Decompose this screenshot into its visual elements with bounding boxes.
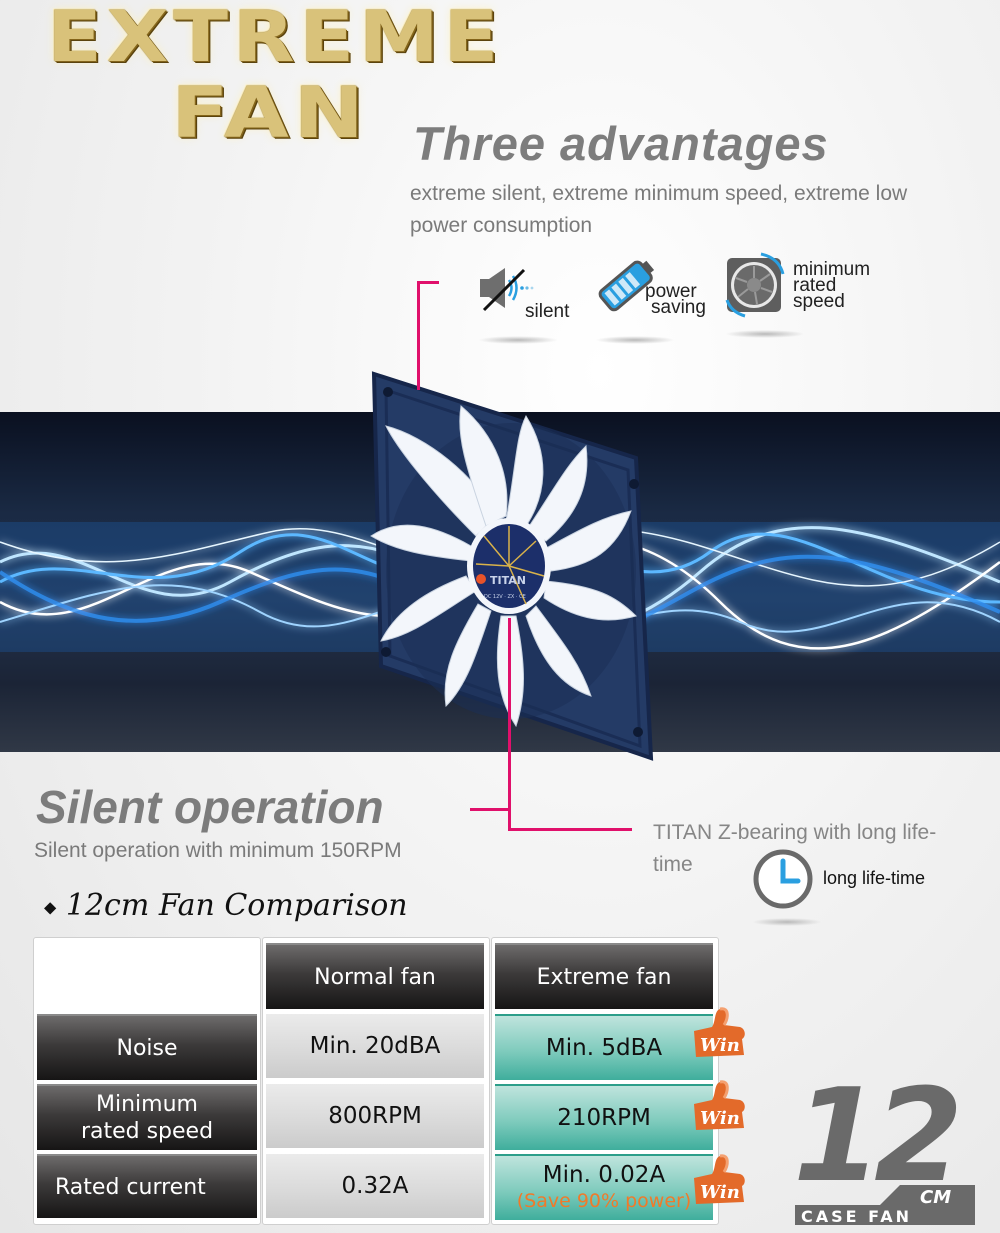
speed-label-line3: speed bbox=[793, 291, 845, 312]
win-thumbs-up-icon: Win bbox=[694, 1154, 745, 1204]
extreme-current-value: Min. 0.02A (Save 90% power) bbox=[495, 1154, 713, 1220]
normal-noise-value: Min. 20dBA bbox=[266, 1014, 484, 1078]
fan-marking-text: DC 12V · ZX · CE bbox=[484, 594, 526, 600]
extreme-speed-value: 210RPM bbox=[495, 1084, 713, 1150]
callout-line-advantages bbox=[417, 282, 420, 390]
minimum-rated-speed-advantage: minimum rated speed bbox=[725, 252, 895, 338]
normal-current-value: 0.32A bbox=[266, 1154, 484, 1218]
normal-speed-value: 800RPM bbox=[266, 1084, 484, 1148]
power-saving-advantage: power saving bbox=[595, 254, 715, 344]
save-power-note: (Save 90% power) bbox=[516, 1190, 692, 1212]
silent-operation-title: Silent operation bbox=[36, 781, 384, 833]
extreme-speed-text: 210RPM bbox=[557, 1105, 651, 1131]
silent-label: silent bbox=[525, 301, 570, 322]
fan-icon bbox=[725, 252, 785, 318]
badge-caption: CASE FAN bbox=[801, 1207, 912, 1226]
fan-brand-text: TITAN bbox=[490, 574, 526, 587]
silent-advantage: silent bbox=[478, 264, 578, 344]
comparison-title: ◆ 12cm Fan Comparison bbox=[44, 888, 408, 923]
comparison-table: Normal fan Extreme fan Noise Min. 20dBA … bbox=[33, 937, 719, 1225]
callout-line-silent bbox=[470, 808, 510, 811]
callout-tick-advantages bbox=[417, 281, 439, 284]
win-thumbs-up-icon: Win bbox=[694, 1007, 745, 1057]
clock-icon bbox=[753, 849, 813, 909]
callout-line-bearing bbox=[508, 828, 632, 831]
callout-line-hub bbox=[508, 618, 511, 830]
row-label-minimum-rated-speed: Minimum rated speed bbox=[37, 1084, 257, 1150]
svg-text:Win: Win bbox=[700, 1035, 740, 1056]
comparison-title-text: 12cm Fan Comparison bbox=[65, 888, 408, 923]
diamond-bullet-icon: ◆ bbox=[44, 897, 57, 917]
row-label-rated-current: Rated current bbox=[37, 1154, 257, 1218]
extreme-current-text: Min. 0.02A bbox=[542, 1162, 666, 1188]
advantages-title: Three advantages bbox=[413, 117, 829, 170]
badge-unit: CM bbox=[920, 1187, 951, 1208]
saving-label-line2: saving bbox=[651, 297, 706, 318]
extreme-noise-text: Min. 5dBA bbox=[545, 1035, 663, 1061]
win-thumbs-up-icon: Win bbox=[694, 1080, 745, 1130]
logo-line-1: EXTREME bbox=[46, 0, 504, 78]
row-label-noise: Noise bbox=[37, 1014, 257, 1080]
advantage-icons: silent power saving minimum rated speed bbox=[470, 252, 890, 344]
extreme-noise-value: Min. 5dBA bbox=[495, 1014, 713, 1080]
column-header-extreme-fan: Extreme fan bbox=[495, 943, 713, 1009]
12cm-case-fan-badge: 12 CM CASE FAN bbox=[793, 1065, 975, 1226]
long-life-time-label: long life-time bbox=[823, 868, 926, 888]
advantages-subtitle: extreme silent, extreme minimum speed, e… bbox=[410, 182, 908, 237]
svg-text:Win: Win bbox=[700, 1182, 740, 1203]
column-header-normal-fan: Normal fan bbox=[266, 943, 484, 1009]
silent-operation-subtitle: Silent operation with minimum 150RPM bbox=[34, 839, 402, 862]
fan-product-image: TITAN DC 12V · ZX · CE bbox=[370, 371, 654, 761]
svg-text:Win: Win bbox=[700, 1108, 740, 1129]
